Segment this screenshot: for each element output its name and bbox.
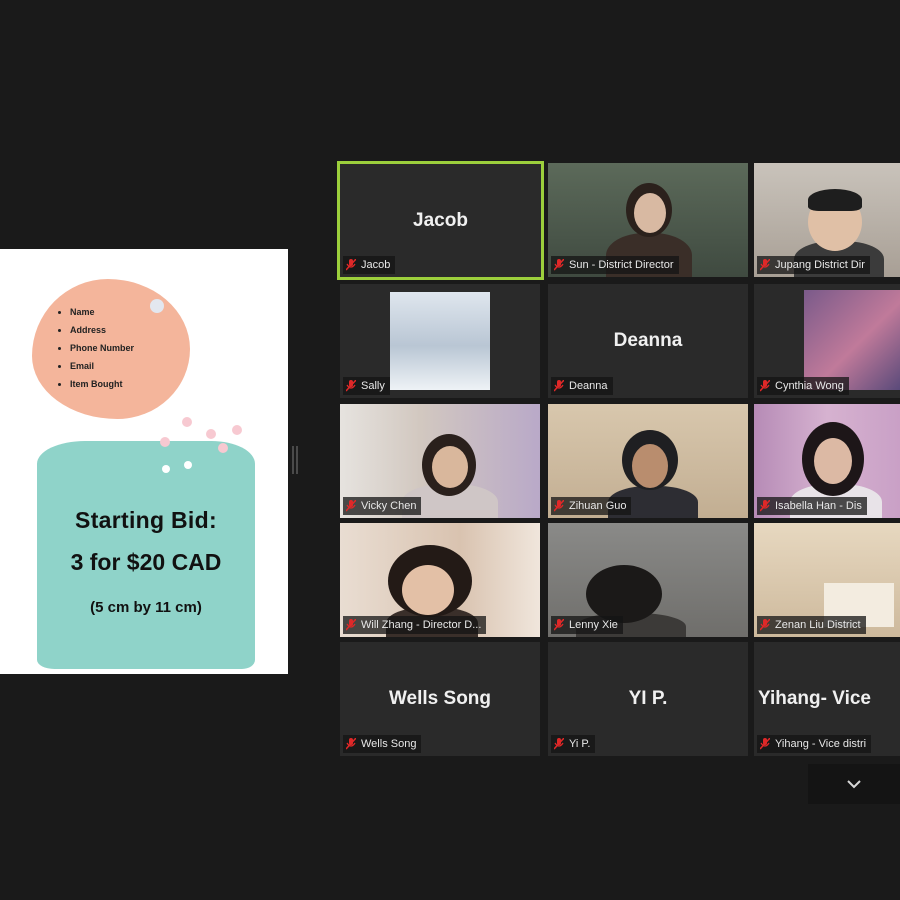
- participant-tile[interactable]: Cynthia Wong: [754, 284, 900, 398]
- mic-muted-icon: [346, 619, 356, 631]
- participant-nameplate: Yihang - Vice distri: [757, 735, 872, 753]
- item-size: (5 cm by 11 cm): [90, 599, 202, 616]
- next-page-button[interactable]: [808, 764, 900, 804]
- participant-nameplate: Cynthia Wong: [757, 377, 849, 395]
- participant-tile[interactable]: Sally: [340, 284, 540, 398]
- participant-tile[interactable]: Jupang District Dir: [754, 163, 900, 277]
- participant-nameplate: Jacob: [343, 256, 396, 274]
- participant-tile[interactable]: Yihang- Vice Yihang - Vice distri: [754, 642, 900, 756]
- decor-dot: [150, 299, 164, 313]
- participant-name: Deanna: [569, 380, 608, 392]
- participant-name: Wells Song: [361, 738, 417, 750]
- participant-tile[interactable]: YI P. Yi P.: [548, 642, 748, 756]
- participant-name-display: Deanna: [613, 330, 683, 351]
- participant-tile[interactable]: Zenan Liu District: [754, 523, 900, 637]
- decor-dot: [160, 437, 170, 447]
- participant-nameplate: Sally: [343, 377, 390, 395]
- participant-name-display: Yihang- Vice: [758, 688, 871, 709]
- mic-muted-icon: [554, 259, 564, 271]
- participant-name: Zenan Liu District: [775, 619, 861, 631]
- participant-name: Lenny Xie: [569, 619, 618, 631]
- mic-muted-icon: [346, 738, 356, 750]
- participant-nameplate: Jupang District Dir: [757, 256, 870, 274]
- participant-tile[interactable]: Isabella Han - Dis: [754, 404, 900, 518]
- profile-picture: [804, 290, 900, 390]
- participant-nameplate: Lenny Xie: [551, 616, 623, 634]
- participant-name: Sally: [361, 380, 385, 392]
- mic-muted-icon: [554, 500, 564, 512]
- mic-muted-icon: [760, 619, 770, 631]
- participant-tile[interactable]: Sun - District Director: [548, 163, 748, 277]
- mic-muted-icon: [760, 380, 770, 392]
- list-item: Name: [70, 303, 134, 321]
- mic-muted-icon: [760, 500, 770, 512]
- participant-name: Yi P.: [569, 738, 591, 750]
- decor-dot: [206, 429, 216, 439]
- list-item: Email: [70, 357, 134, 375]
- participant-nameplate: Vicky Chen: [343, 497, 422, 515]
- participant-tile[interactable]: Deanna Deanna: [548, 284, 748, 398]
- mic-muted-icon: [760, 259, 770, 271]
- decor-dot: [184, 461, 192, 469]
- participant-nameplate: Yi P.: [551, 735, 596, 753]
- participant-name-display: YI P.: [628, 688, 668, 709]
- mic-muted-icon: [554, 619, 564, 631]
- participant-nameplate: Will Zhang - Director D...: [343, 616, 487, 634]
- resize-handle[interactable]: [292, 446, 298, 474]
- info-list: Name Address Phone Number Email Item Bou…: [60, 303, 134, 393]
- starting-bid-heading: Starting Bid:: [75, 507, 217, 533]
- participant-nameplate: Wells Song: [343, 735, 422, 753]
- decor-dot: [182, 417, 192, 427]
- participant-name: Sun - District Director: [569, 259, 674, 271]
- participant-tile[interactable]: Lenny Xie: [548, 523, 748, 637]
- mic-muted-icon: [760, 738, 770, 750]
- participant-name: Cynthia Wong: [775, 380, 844, 392]
- participant-nameplate: Zenan Liu District: [757, 616, 866, 634]
- chevron-down-icon: [847, 780, 861, 789]
- mic-muted-icon: [554, 738, 564, 750]
- participant-nameplate: Isabella Han - Dis: [757, 497, 867, 515]
- participant-name-display: Wells Song: [388, 688, 492, 709]
- participant-tile[interactable]: Will Zhang - Director D...: [340, 523, 540, 637]
- participant-name: Zihuan Guo: [569, 500, 627, 512]
- participant-name: Jacob: [361, 259, 391, 271]
- participant-name: Vicky Chen: [361, 500, 417, 512]
- mic-muted-icon: [346, 380, 356, 392]
- participant-name: Yihang - Vice distri: [775, 738, 867, 750]
- participant-name: Isabella Han - Dis: [775, 500, 862, 512]
- list-item: Address: [70, 321, 134, 339]
- participant-tile[interactable]: Wells Song Wells Song: [340, 642, 540, 756]
- shared-screen: Name Address Phone Number Email Item Bou…: [0, 249, 288, 674]
- list-item: Item Bought: [70, 375, 134, 393]
- participant-tile[interactable]: Vicky Chen: [340, 404, 540, 518]
- decor-dot: [218, 443, 228, 453]
- participant-name-display: Jacob: [413, 209, 468, 231]
- participant-name: Will Zhang - Director D...: [361, 619, 482, 631]
- mic-muted-icon: [346, 259, 356, 271]
- mic-muted-icon: [346, 500, 356, 512]
- participant-nameplate: Deanna: [551, 377, 613, 395]
- decor-dot: [162, 465, 170, 473]
- decor-dot: [232, 425, 242, 435]
- participant-name: Jupang District Dir: [775, 259, 865, 271]
- list-item: Phone Number: [70, 339, 134, 357]
- participant-tile[interactable]: Zihuan Guo: [548, 404, 748, 518]
- participant-tile[interactable]: Jacob Jacob: [337, 161, 544, 280]
- participant-nameplate: Zihuan Guo: [551, 497, 632, 515]
- bid-price: 3 for $20 CAD: [70, 549, 222, 575]
- mic-muted-icon: [554, 380, 564, 392]
- profile-picture: [390, 292, 490, 390]
- participant-nameplate: Sun - District Director: [551, 256, 679, 274]
